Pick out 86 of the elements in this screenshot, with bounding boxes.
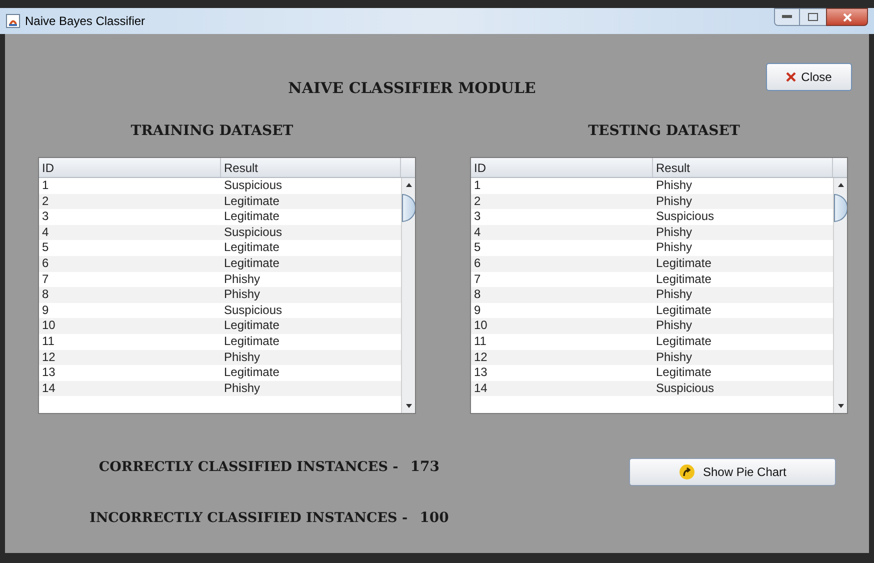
window-title: Naive Bayes Classifier bbox=[25, 13, 146, 30]
table-cell-text: Legitimate bbox=[223, 256, 280, 272]
table-cell-text: Suspicious bbox=[655, 209, 716, 225]
close-window-button[interactable] bbox=[826, 8, 868, 26]
table-cell-text: 10 bbox=[41, 318, 56, 334]
column-header[interactable]: ID bbox=[39, 158, 221, 177]
stat-label: CORRECTLY CLASSIFIED INSTANCES - bbox=[98, 458, 398, 477]
table-cell-text: 8 bbox=[473, 287, 482, 303]
table-cell-text: Phishy bbox=[655, 178, 694, 194]
table-cell-text: Phishy bbox=[655, 194, 694, 210]
table-cell-text: 3 bbox=[473, 209, 482, 225]
table-cell-text: Legitimate bbox=[655, 302, 712, 318]
table-cell-text: 12 bbox=[473, 350, 488, 366]
scroll-down-icon[interactable] bbox=[404, 402, 412, 410]
table-cell-text: Phishy bbox=[655, 350, 694, 366]
table-cell-text: 8 bbox=[41, 287, 50, 303]
table-cell-text: 14 bbox=[41, 380, 56, 396]
column-header[interactable]: Result bbox=[221, 158, 401, 177]
close-button[interactable]: Close bbox=[766, 63, 852, 91]
table-cell-text: 9 bbox=[41, 302, 50, 318]
scroll-up-icon[interactable] bbox=[836, 181, 844, 189]
table-cell-text: Legitimate bbox=[223, 240, 280, 256]
scroll-thumb[interactable] bbox=[402, 194, 415, 222]
column-header[interactable]: ID bbox=[471, 158, 653, 177]
table-cell-text: 2 bbox=[41, 194, 50, 210]
table-cell-text: Legitimate bbox=[223, 334, 280, 350]
table-cell-text: Suspicious bbox=[223, 302, 284, 318]
maximize-icon bbox=[808, 13, 818, 21]
dataset-heading: TESTING DATASET bbox=[588, 122, 740, 141]
maximize-button[interactable] bbox=[800, 8, 826, 26]
table-cell-text: 9 bbox=[473, 302, 482, 318]
app-icon bbox=[6, 14, 20, 28]
table-cell-text: Phishy bbox=[655, 287, 694, 303]
module-heading: NAIVE CLASSIFIER MODULE bbox=[288, 78, 536, 99]
table-cell-text: Phishy bbox=[223, 380, 262, 396]
minimize-button[interactable] bbox=[774, 8, 800, 26]
table-cell-text: 4 bbox=[473, 224, 482, 240]
table-cell-text: 5 bbox=[41, 240, 50, 256]
table-cell-text: 1 bbox=[41, 178, 50, 194]
scroll-down-icon[interactable] bbox=[836, 402, 844, 410]
table-cell-text: Legitimate bbox=[223, 318, 280, 334]
show-pie-chart-button[interactable]: Show Pie Chart bbox=[629, 458, 836, 486]
table-cell-text: Legitimate bbox=[655, 272, 712, 288]
table-cell-text: 4 bbox=[41, 224, 50, 240]
table-cell-text: Legitimate bbox=[223, 365, 280, 381]
minimize-icon bbox=[782, 15, 792, 19]
table-cell-text: 2 bbox=[473, 194, 482, 210]
column-header[interactable]: Result bbox=[653, 158, 833, 177]
scroll-thumb[interactable] bbox=[834, 194, 847, 222]
close-icon bbox=[786, 72, 796, 82]
table-cell-text: 14 bbox=[473, 380, 488, 396]
scroll-up-icon[interactable] bbox=[404, 181, 412, 189]
table-cell-text: Suspicious bbox=[655, 380, 716, 396]
table-cell-text: 1 bbox=[473, 178, 482, 194]
table-cell-text: 6 bbox=[473, 256, 482, 272]
table-cell-text: 7 bbox=[473, 272, 482, 288]
scrollbar[interactable] bbox=[401, 178, 415, 413]
stat-value: 100 bbox=[420, 509, 449, 528]
table-cell-text: Phishy bbox=[223, 272, 262, 288]
table-cell-text: Phishy bbox=[655, 224, 694, 240]
table-cell-text: Phishy bbox=[655, 318, 694, 334]
stat-label: INCORRECTLY CLASSIFIED INSTANCES - bbox=[90, 509, 408, 528]
table-cell-text: Legitimate bbox=[655, 334, 712, 350]
table-cell-text: 13 bbox=[473, 365, 488, 381]
table-cell-text: Suspicious bbox=[223, 178, 284, 194]
table-cell-text: Phishy bbox=[223, 350, 262, 366]
table-cell-text: Suspicious bbox=[223, 224, 284, 240]
table-cell-text: Phishy bbox=[655, 240, 694, 256]
table-cell-text: 6 bbox=[41, 256, 50, 272]
table-cell-text: 5 bbox=[473, 240, 482, 256]
table-cell-text: 10 bbox=[473, 318, 488, 334]
table-cell-text: 7 bbox=[41, 272, 50, 288]
table-cell-text: Phishy bbox=[223, 287, 262, 303]
dataset-heading: TRAINING DATASET bbox=[130, 122, 294, 141]
close-icon bbox=[842, 12, 852, 22]
table-cell-text: 12 bbox=[41, 350, 56, 366]
table-cell-text: 11 bbox=[473, 334, 488, 350]
table-cell-text: Legitimate bbox=[655, 256, 712, 272]
table-cell-text: 11 bbox=[41, 334, 56, 350]
stat-value: 173 bbox=[410, 458, 440, 477]
table-cell-text: Legitimate bbox=[655, 365, 712, 381]
scrollbar[interactable] bbox=[833, 178, 847, 413]
table-cell-text: Legitimate bbox=[223, 209, 280, 225]
table-cell-text: 13 bbox=[41, 365, 56, 381]
table-cell-text: Legitimate bbox=[223, 194, 280, 210]
table-cell-text: 3 bbox=[41, 209, 50, 225]
